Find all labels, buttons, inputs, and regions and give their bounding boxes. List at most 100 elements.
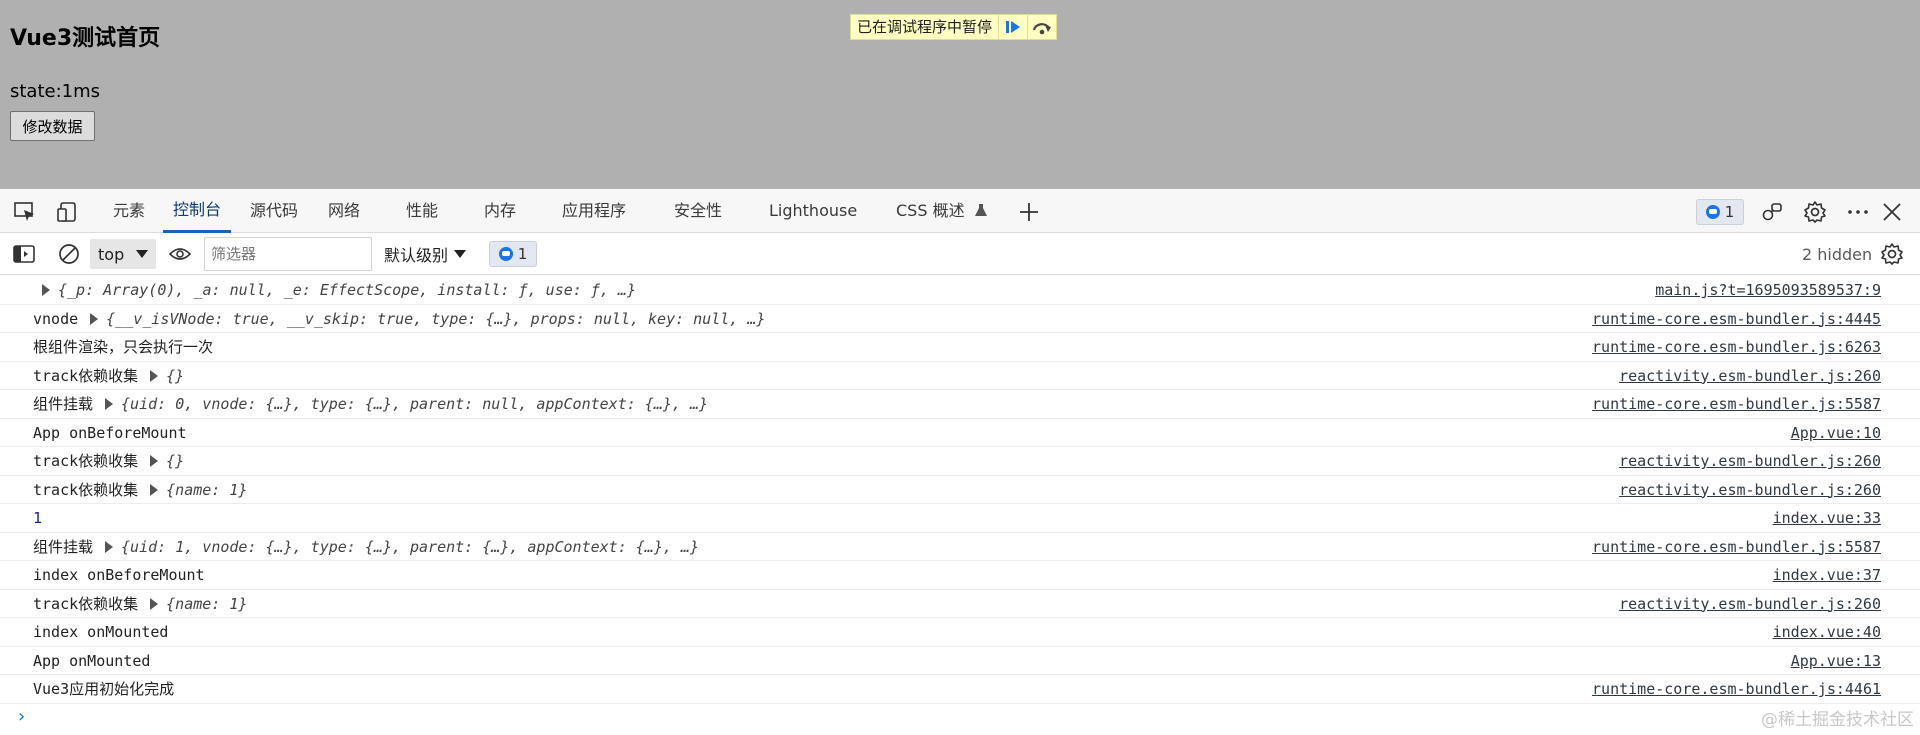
source-link[interactable]: reactivity.esm-bundler.js:260 <box>1619 362 1881 390</box>
resume-button[interactable] <box>998 15 1028 39</box>
connections-button[interactable] <box>1759 199 1785 225</box>
source-link[interactable]: runtime-core.esm-bundler.js:5587 <box>1592 390 1881 418</box>
source-link[interactable]: runtime-core.esm-bundler.js:4445 <box>1592 305 1881 333</box>
filter-input[interactable] <box>204 237 372 271</box>
source-link[interactable]: main.js?t=1695093589537:9 <box>1655 276 1881 304</box>
clear-console-button[interactable] <box>56 241 82 267</box>
inspect-icon <box>14 202 34 221</box>
expand-triangle-icon[interactable] <box>105 398 114 410</box>
console-object-preview[interactable]: {name: 1} <box>166 590 247 618</box>
console-object-preview[interactable]: {} <box>166 362 184 390</box>
more-horizontal-icon <box>1848 210 1868 214</box>
source-link[interactable]: index.vue:37 <box>1773 561 1881 589</box>
console-message-row: index onBeforeMount index.vue:37 <box>0 561 1920 590</box>
log-level-value: 默认级别 <box>384 246 449 265</box>
console-settings-button[interactable] <box>1879 241 1905 267</box>
issues-message-count: 1 <box>1724 203 1735 221</box>
source-link[interactable]: reactivity.esm-bundler.js:260 <box>1619 590 1881 618</box>
tab-lighthouse[interactable]: Lighthouse <box>759 189 867 233</box>
console-message-row: track依赖收集 {name: 1} reactivity.esm-bundl… <box>0 476 1920 504</box>
console-toolbar: top 默认级别 1 2 hidden <box>0 233 1920 275</box>
source-link[interactable]: reactivity.esm-bundler.js:260 <box>1619 476 1881 504</box>
console-message-badge[interactable]: 1 <box>489 241 537 267</box>
expand-triangle-icon[interactable] <box>105 540 114 553</box>
experiment-flask-icon <box>974 204 987 216</box>
console-text: track依赖收集 <box>33 452 139 470</box>
expand-triangle-icon[interactable] <box>150 455 159 467</box>
javascript-context-select[interactable]: top <box>90 239 156 269</box>
tab-css-overview[interactable]: CSS 概述 <box>886 189 998 233</box>
live-expression-button[interactable] <box>167 241 193 267</box>
device-toolbar-button[interactable] <box>56 199 82 225</box>
tab-css-overview-label: CSS 概述 <box>896 201 965 220</box>
source-link[interactable]: reactivity.esm-bundler.js:260 <box>1619 447 1881 475</box>
tab-elements[interactable]: 元素 <box>103 189 155 233</box>
source-link[interactable]: App.vue:10 <box>1791 419 1881 447</box>
console-object-preview[interactable]: {} <box>166 447 184 475</box>
source-link[interactable]: index.vue:40 <box>1773 618 1881 646</box>
console-text: track依赖收集 <box>33 594 139 613</box>
console-object-preview[interactable]: {uid: 1, vnode: {…}, type: {…}, parent: … <box>121 533 699 561</box>
console-message-row: 根组件渲染，只会执行一次 runtime-core.esm-bundler.js… <box>0 333 1920 362</box>
message-icon <box>1705 205 1720 219</box>
expand-triangle-icon[interactable] <box>150 597 159 610</box>
log-level-select[interactable]: 默认级别 <box>384 239 467 269</box>
tab-sources[interactable]: 源代码 <box>240 189 308 233</box>
console-text: 组件挂载 <box>33 537 94 556</box>
console-text: 根组件渲染，只会执行一次 <box>33 338 214 356</box>
more-tabs-button[interactable] <box>1016 199 1042 225</box>
connections-icon <box>1762 203 1782 221</box>
resume-icon <box>1006 21 1021 33</box>
paused-in-debugger-banner: 已在调试程序中暂停 <box>850 14 1058 40</box>
tab-performance[interactable]: 性能 <box>396 189 448 233</box>
expand-triangle-icon[interactable] <box>150 369 159 382</box>
sidebar-toggle-icon <box>13 245 35 263</box>
console-message: vnode {__v_isVNode: true, __v_skip: true… <box>33 305 765 333</box>
clear-icon <box>59 244 79 264</box>
devtools-panel: 元素 控制台 源代码 网络 性能 内存 应用程序 安全性 Lighthouse … <box>0 189 1920 735</box>
tab-application[interactable]: 应用程序 <box>552 189 636 233</box>
source-link[interactable]: index.vue:33 <box>1773 504 1881 532</box>
close-devtools-button[interactable] <box>1879 199 1905 225</box>
tab-memory[interactable]: 内存 <box>474 189 526 233</box>
console-text: track依赖收集 <box>33 366 139 385</box>
source-link[interactable]: runtime-core.esm-bundler.js:6263 <box>1592 333 1881 361</box>
issues-message-badge[interactable]: 1 <box>1696 199 1744 225</box>
inspect-element-button[interactable] <box>12 199 38 225</box>
more-options-button[interactable] <box>1845 199 1871 225</box>
console-message-row: track依赖收集 {} reactivity.esm-bundler.js:2… <box>0 362 1920 390</box>
expand-triangle-icon[interactable] <box>42 284 50 296</box>
console-object-preview[interactable]: {uid: 0, vnode: {…}, type: {…}, parent: … <box>121 390 708 418</box>
chevron-down-icon <box>136 250 148 258</box>
console-message: track依赖收集 {} <box>33 447 184 475</box>
console-text: App onMounted <box>33 651 151 670</box>
source-link[interactable]: runtime-core.esm-bundler.js:4461 <box>1592 675 1881 703</box>
tab-security[interactable]: 安全性 <box>664 189 732 233</box>
expand-triangle-icon[interactable] <box>90 312 99 325</box>
hidden-messages-count: 2 hidden <box>1802 245 1873 264</box>
source-link[interactable]: App.vue:13 <box>1791 647 1881 675</box>
console-message: track依赖收集 {name: 1} <box>33 590 247 618</box>
step-over-button[interactable] <box>1027 15 1057 39</box>
devtools-tabbar: 元素 控制台 源代码 网络 性能 内存 应用程序 安全性 Lighthouse … <box>0 189 1920 233</box>
console-object-preview[interactable]: {_p: Array(0), _a: null, _e: EffectScope… <box>58 276 636 304</box>
console-object-preview[interactable]: {name: 1} <box>166 476 247 504</box>
settings-button[interactable] <box>1802 199 1828 225</box>
console-prompt-chevron-icon: › <box>16 705 27 727</box>
tab-network[interactable]: 网络 <box>318 189 370 233</box>
console-object-preview[interactable]: {__v_isVNode: true, __v_skip: true, type… <box>106 305 765 333</box>
console-text: Vue3应用初始化完成 <box>33 680 175 698</box>
tab-console[interactable]: 控制台 <box>163 189 232 233</box>
show-console-sidebar-button[interactable] <box>11 241 37 267</box>
gear-icon <box>1881 243 1903 265</box>
console-text: index onMounted <box>33 623 169 641</box>
expand-triangle-icon[interactable] <box>150 483 159 496</box>
console-message-row: track依赖收集 {name: 1} reactivity.esm-bundl… <box>0 590 1920 618</box>
console-message: Vue3应用初始化完成 <box>33 675 184 703</box>
modify-data-button[interactable]: 修改数据 <box>10 111 95 141</box>
console-message: App onMounted <box>33 647 160 675</box>
console-prompt-row[interactable]: › <box>0 704 1920 732</box>
console-message-row: App onBeforeMount App.vue:10 <box>0 419 1920 447</box>
console-message-row: 组件挂载 {uid: 1, vnode: {…}, type: {…}, par… <box>0 533 1920 561</box>
source-link[interactable]: runtime-core.esm-bundler.js:5587 <box>1592 533 1881 561</box>
